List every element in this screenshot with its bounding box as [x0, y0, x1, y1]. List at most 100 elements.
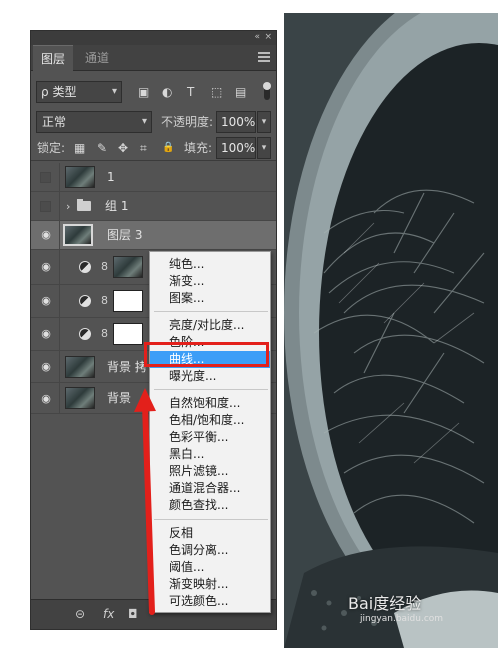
blend-mode-select[interactable]: 正常 ▾	[36, 111, 152, 133]
eye-icon[interactable]: ◉	[39, 261, 53, 273]
menu-item-solid-color[interactable]: 纯色...	[150, 256, 270, 273]
layer-thumbnail	[65, 387, 95, 409]
folder-icon	[77, 199, 91, 211]
tab-channels[interactable]: 通道	[77, 45, 117, 71]
layer-name: 图层 3	[107, 228, 143, 242]
panel-menu-icon[interactable]	[258, 52, 270, 62]
smart-object-filter-icon[interactable]: ▤	[235, 85, 246, 99]
moon-gate-photo	[284, 13, 498, 648]
layer-mask-thumbnail	[113, 256, 143, 278]
filter-value: 类型	[52, 85, 77, 99]
menu-item-pattern[interactable]: 图案...	[150, 290, 270, 307]
tab-layers[interactable]: 图层	[33, 45, 74, 71]
type-filter-icon[interactable]: T	[187, 85, 194, 99]
panel-title-bar: « ×	[31, 31, 276, 45]
layer-row[interactable]: 1	[31, 163, 276, 192]
adjustment-layer-menu: 纯色... 渐变... 图案... 亮度/对比度... 色阶... 曲线... …	[149, 251, 271, 613]
column-divider	[59, 163, 60, 192]
baidu-watermark: Bai度经验 jingyan.baidu.com	[348, 590, 468, 630]
column-divider	[59, 383, 60, 414]
lock-row: 锁定: ▦ ✎ ✥ ⌗ 🔒 填充: 100% ▾	[31, 135, 276, 161]
menu-item-exposure[interactable]: 曝光度...	[150, 368, 270, 385]
link-icon[interactable]: 8	[101, 260, 108, 273]
filter-row: ρ 类型 ▾ ▣ ◐ T ⬚ ▤	[31, 79, 276, 105]
eye-icon[interactable]: ◉	[39, 295, 53, 307]
menu-item-threshold[interactable]: 阈值...	[150, 559, 270, 576]
blend-mode-value: 正常	[42, 115, 67, 129]
document-canvas[interactable]	[284, 13, 498, 648]
shape-filter-icon[interactable]: ⬚	[211, 85, 222, 99]
menu-item-channel-mixer[interactable]: 通道混合器...	[150, 480, 270, 497]
fill-input[interactable]: 100%	[216, 137, 256, 159]
image-filter-icon[interactable]: ▣	[138, 85, 149, 99]
opacity-input[interactable]: 100%	[216, 111, 256, 133]
lock-artboard-icon[interactable]: ⌗	[140, 141, 147, 155]
layer-filter-select[interactable]: ρ 类型 ▾	[36, 81, 122, 103]
layer-thumbnail	[65, 356, 95, 378]
menu-item-vibrance[interactable]: 自然饱和度...	[150, 395, 270, 412]
highlight-annotation-box	[144, 342, 269, 367]
watermark-url: jingyan.baidu.com	[360, 614, 444, 624]
close-panel-icon[interactable]: ×	[264, 32, 272, 42]
column-divider	[59, 318, 60, 351]
lock-position-icon[interactable]: ✥	[118, 141, 128, 155]
fx-icon[interactable]: fx	[103, 607, 114, 621]
layer-name: 组 1	[105, 199, 129, 213]
menu-item-gradient[interactable]: 渐变...	[150, 273, 270, 290]
lock-label: 锁定:	[37, 141, 66, 155]
column-divider	[59, 351, 60, 383]
lock-all-icon[interactable]: 🔒	[162, 141, 174, 155]
layer-name: 背景	[107, 391, 132, 405]
menu-divider	[154, 389, 268, 390]
lock-image-icon[interactable]: ✎	[97, 141, 107, 155]
menu-item-selective-color[interactable]: 可选颜色...	[150, 593, 270, 610]
chevron-down-icon: ▾	[141, 116, 147, 127]
layer-row[interactable]: ◉ 图层 3	[31, 221, 276, 250]
layer-mask-thumbnail	[113, 290, 143, 312]
adjustment-layer-icon	[79, 328, 91, 340]
menu-item-invert[interactable]: 反相	[150, 525, 270, 542]
menu-divider	[154, 519, 268, 520]
search-icon: ρ	[41, 85, 49, 99]
eye-icon[interactable]: ◉	[39, 229, 53, 241]
visibility-toggle[interactable]	[40, 201, 51, 212]
opacity-slider-chevron-icon[interactable]: ▾	[257, 111, 271, 133]
watermark-brand: Bai度经验	[348, 594, 422, 613]
filter-toggle[interactable]	[263, 82, 271, 100]
eye-icon[interactable]: ◉	[39, 328, 53, 340]
menu-divider	[154, 311, 268, 312]
collapse-panel-icon[interactable]: «	[254, 32, 260, 42]
menu-item-photo-filter[interactable]: 照片滤镜...	[150, 463, 270, 480]
eye-icon[interactable]: ◉	[39, 361, 53, 373]
menu-item-hue-saturation[interactable]: 色相/饱和度...	[150, 412, 270, 429]
opacity-label: 不透明度:	[161, 115, 214, 129]
visibility-toggle[interactable]	[40, 172, 51, 183]
adjustment-filter-icon[interactable]: ◐	[162, 85, 172, 99]
fill-slider-chevron-icon[interactable]: ▾	[257, 137, 271, 159]
link-icon[interactable]: 8	[101, 294, 108, 307]
adjustment-layer-icon	[79, 261, 91, 273]
menu-item-gradient-map[interactable]: 渐变映射...	[150, 576, 270, 593]
menu-item-black-white[interactable]: 黑白...	[150, 446, 270, 463]
column-divider	[59, 250, 60, 285]
column-divider	[59, 221, 60, 250]
screenshot-root: « × 图层 通道 ρ 类型 ▾ ▣ ◐ T ⬚ ▤ 正常 ▾ 不透明度: 10…	[0, 0, 498, 648]
link-icon[interactable]: 8	[101, 327, 108, 340]
blend-row: 正常 ▾ 不透明度: 100% ▾	[31, 109, 276, 135]
panel-tabs: 图层 通道	[31, 45, 276, 71]
column-divider	[59, 192, 60, 221]
lock-transparent-icon[interactable]: ▦	[74, 141, 85, 155]
layer-thumbnail	[63, 224, 93, 246]
add-mask-icon[interactable]: ◘	[128, 607, 138, 621]
menu-item-posterize[interactable]: 色调分离...	[150, 542, 270, 559]
adjustment-layer-icon	[79, 295, 91, 307]
menu-item-color-balance[interactable]: 色彩平衡...	[150, 429, 270, 446]
layer-row[interactable]: › 组 1	[31, 192, 276, 221]
menu-item-brightness-contrast[interactable]: 亮度/对比度...	[150, 317, 270, 334]
expand-group-icon[interactable]: ›	[66, 192, 70, 221]
column-divider	[59, 285, 60, 318]
eye-icon[interactable]: ◉	[39, 393, 53, 405]
link-layers-icon[interactable]: ⊝	[75, 607, 85, 621]
layer-mask-thumbnail	[113, 323, 143, 345]
menu-item-color-lookup[interactable]: 颜色查找...	[150, 497, 270, 514]
